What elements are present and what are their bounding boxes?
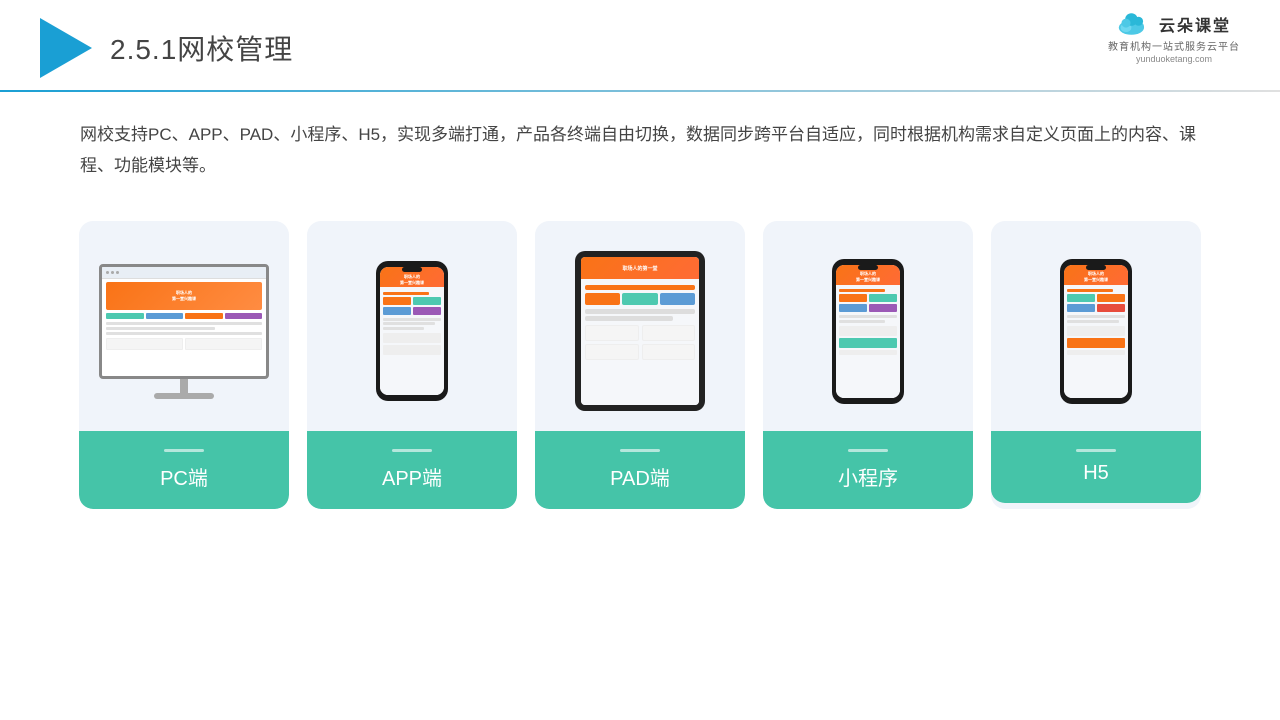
tablet-screen: 职场人的第一堂 [581, 257, 699, 405]
tablet-mockup-icon: 职场人的第一堂 [575, 251, 705, 411]
page-title: 2.5.1网校管理 [110, 28, 293, 68]
phone-screen-h5: 职场人的第一堂兴趣课 [1064, 265, 1128, 398]
card-pc-image: 职场人的第一堂兴趣课 [79, 221, 289, 431]
card-app-label: APP端 [307, 431, 517, 509]
card-pc: 职场人的第一堂兴趣课 [79, 221, 289, 509]
phone-mockup-mini-icon: 职场人的第一堂兴趣课 [832, 259, 904, 404]
logo-triangle-icon [40, 18, 92, 78]
phone-mockup-icon: 职场人的第一堂兴趣课 [376, 261, 448, 401]
label-bar [1076, 449, 1116, 452]
card-miniprogram-label: 小程序 [763, 431, 973, 509]
card-app-image: 职场人的第一堂兴趣课 [307, 221, 517, 431]
card-miniprogram-image: 职场人的第一堂兴趣课 [763, 221, 973, 431]
brand-logo: 云朵课堂 教育机构一站式服务云平台 yunduoketang.com [1108, 12, 1240, 64]
phone-notch [402, 267, 422, 272]
description-text: 网校支持PC、APP、PAD、小程序、H5，实现多端打通，产品各终端自由切换，数… [0, 92, 1280, 201]
label-bar [392, 449, 432, 452]
cloud-icon [1117, 12, 1153, 36]
brand-tagline: 教育机构一站式服务云平台 [1108, 38, 1240, 53]
brand-name: 云朵课堂 [1159, 12, 1231, 36]
card-h5-image: 职场人的第一堂兴趣课 [991, 221, 1201, 431]
card-app: 职场人的第一堂兴趣课 [307, 221, 517, 509]
label-bar [848, 449, 888, 452]
card-pad-label: PAD端 [535, 431, 745, 509]
page-header: 2.5.1网校管理 云朵课堂 教育机构一站式服务云平台 yunduoketang… [0, 0, 1280, 78]
phone-notch-mini [858, 265, 878, 270]
brand-cloud-area: 云朵课堂 [1117, 12, 1231, 36]
card-pad-image: 职场人的第一堂 [535, 221, 745, 431]
phone-notch-h5 [1086, 265, 1106, 270]
brand-url: yunduoketang.com [1136, 54, 1212, 64]
phone-screen-mini: 职场人的第一堂兴趣课 [836, 265, 900, 398]
phone-screen: 职场人的第一堂兴趣课 [380, 267, 444, 395]
card-pc-label: PC端 [79, 431, 289, 509]
card-miniprogram: 职场人的第一堂兴趣课 [763, 221, 973, 509]
card-h5: 职场人的第一堂兴趣课 [991, 221, 1201, 509]
phone-mockup-h5-icon: 职场人的第一堂兴趣课 [1060, 259, 1132, 404]
label-bar [164, 449, 204, 452]
card-pad: 职场人的第一堂 [535, 221, 745, 509]
card-h5-label: H5 [991, 431, 1201, 503]
label-bar [620, 449, 660, 452]
cards-container: 职场人的第一堂兴趣课 [0, 201, 1280, 509]
pc-monitor-icon: 职场人的第一堂兴趣课 [99, 264, 269, 399]
